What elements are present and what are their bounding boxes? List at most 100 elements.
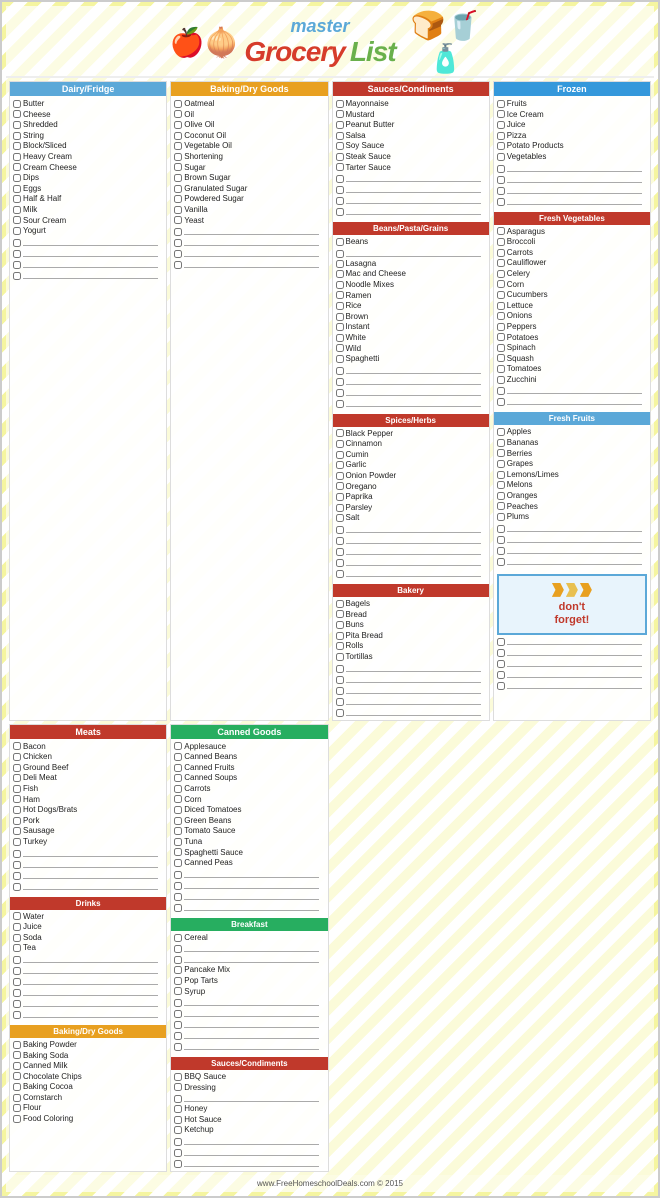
checkbox[interactable] — [336, 559, 344, 567]
checkbox[interactable] — [13, 272, 21, 280]
checkbox[interactable] — [174, 121, 182, 129]
checkbox[interactable] — [336, 270, 344, 278]
checkbox[interactable] — [174, 1021, 182, 1029]
checkbox[interactable] — [174, 785, 182, 793]
checkbox[interactable] — [174, 859, 182, 867]
checkbox[interactable] — [336, 526, 344, 534]
checkbox[interactable] — [497, 165, 505, 173]
checkbox[interactable] — [13, 239, 21, 247]
checkbox[interactable] — [497, 460, 505, 468]
checkbox[interactable] — [174, 185, 182, 193]
checkbox[interactable] — [174, 100, 182, 108]
checkbox[interactable] — [174, 871, 182, 879]
checkbox[interactable] — [336, 687, 344, 695]
checkbox[interactable] — [13, 883, 21, 891]
checkbox[interactable] — [174, 1116, 182, 1124]
checkbox[interactable] — [336, 291, 344, 299]
checkbox[interactable] — [174, 1095, 182, 1103]
checkbox[interactable] — [336, 451, 344, 459]
checkbox[interactable] — [174, 987, 182, 995]
checkbox[interactable] — [336, 208, 344, 216]
checkbox[interactable] — [336, 110, 344, 118]
checkbox[interactable] — [336, 281, 344, 289]
checkbox[interactable] — [336, 389, 344, 397]
checkbox[interactable] — [174, 206, 182, 214]
checkbox[interactable] — [336, 302, 344, 310]
checkbox[interactable] — [13, 1072, 21, 1080]
checkbox[interactable] — [497, 525, 505, 533]
checkbox[interactable] — [497, 682, 505, 690]
checkbox[interactable] — [497, 344, 505, 352]
checkbox[interactable] — [13, 861, 21, 869]
checkbox[interactable] — [497, 142, 505, 150]
checkbox[interactable] — [497, 280, 505, 288]
checkbox[interactable] — [13, 912, 21, 920]
checkbox[interactable] — [13, 838, 21, 846]
checkbox[interactable] — [13, 1062, 21, 1070]
checkbox[interactable] — [497, 428, 505, 436]
checkbox[interactable] — [13, 132, 21, 140]
checkbox[interactable] — [336, 344, 344, 352]
checkbox[interactable] — [336, 653, 344, 661]
checkbox[interactable] — [497, 270, 505, 278]
checkbox[interactable] — [336, 355, 344, 363]
checkbox[interactable] — [336, 632, 344, 640]
checkbox[interactable] — [174, 848, 182, 856]
checkbox[interactable] — [336, 537, 344, 545]
checkbox[interactable] — [13, 250, 21, 258]
checkbox[interactable] — [336, 323, 344, 331]
checkbox[interactable] — [13, 978, 21, 986]
checkbox[interactable] — [497, 398, 505, 406]
checkbox[interactable] — [13, 774, 21, 782]
checkbox[interactable] — [13, 185, 21, 193]
checkbox[interactable] — [174, 1083, 182, 1091]
checkbox[interactable] — [336, 260, 344, 268]
checkbox[interactable] — [13, 1011, 21, 1019]
checkbox[interactable] — [13, 1104, 21, 1112]
checkbox[interactable] — [174, 216, 182, 224]
checkbox[interactable] — [336, 440, 344, 448]
checkbox[interactable] — [497, 153, 505, 161]
checkbox[interactable] — [336, 570, 344, 578]
checkbox[interactable] — [13, 206, 21, 214]
checkbox[interactable] — [174, 1010, 182, 1018]
checkbox[interactable] — [174, 1043, 182, 1051]
checkbox[interactable] — [174, 1032, 182, 1040]
checkbox[interactable] — [174, 163, 182, 171]
checkbox[interactable] — [497, 312, 505, 320]
checkbox[interactable] — [336, 676, 344, 684]
checkbox[interactable] — [174, 1105, 182, 1113]
checkbox[interactable] — [13, 795, 21, 803]
checkbox[interactable] — [13, 1083, 21, 1091]
checkbox[interactable] — [497, 259, 505, 267]
checkbox[interactable] — [13, 195, 21, 203]
checkbox[interactable] — [13, 100, 21, 108]
checkbox[interactable] — [336, 163, 344, 171]
checkbox[interactable] — [336, 493, 344, 501]
checkbox[interactable] — [174, 966, 182, 974]
checkbox[interactable] — [497, 323, 505, 331]
checkbox[interactable] — [497, 536, 505, 544]
checkbox[interactable] — [497, 291, 505, 299]
checkbox[interactable] — [497, 558, 505, 566]
checkbox[interactable] — [497, 187, 505, 195]
checkbox[interactable] — [174, 1126, 182, 1134]
checkbox[interactable] — [497, 376, 505, 384]
checkbox[interactable] — [497, 354, 505, 362]
checkbox[interactable] — [336, 238, 344, 246]
checkbox[interactable] — [497, 649, 505, 657]
checkbox[interactable] — [174, 827, 182, 835]
checkbox[interactable] — [336, 313, 344, 321]
checkbox[interactable] — [174, 239, 182, 247]
checkbox[interactable] — [174, 893, 182, 901]
checkbox[interactable] — [174, 174, 182, 182]
checkbox[interactable] — [174, 764, 182, 772]
checkbox[interactable] — [497, 671, 505, 679]
checkbox[interactable] — [13, 742, 21, 750]
checkbox[interactable] — [336, 378, 344, 386]
checkbox[interactable] — [336, 642, 344, 650]
checkbox[interactable] — [13, 806, 21, 814]
checkbox[interactable] — [174, 195, 182, 203]
checkbox[interactable] — [13, 753, 21, 761]
checkbox[interactable] — [336, 429, 344, 437]
